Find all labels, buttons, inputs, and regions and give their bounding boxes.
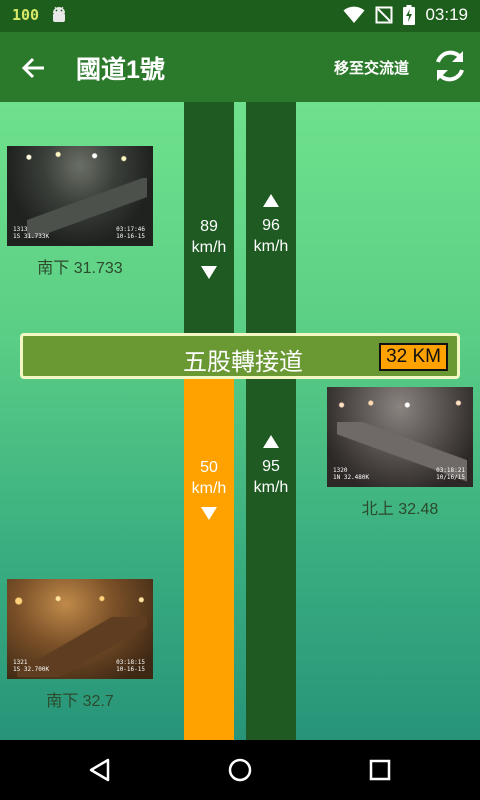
km-badge: 32 KM bbox=[379, 343, 448, 371]
speed-value: 96 bbox=[262, 217, 280, 234]
battery-level-text: 100 bbox=[12, 6, 40, 24]
camera-snapshot[interactable]: 1313 1S 31.733K 03:17:46 10-16-15 bbox=[7, 146, 153, 246]
camera-osd-right: 03:18:21 10/16/15 bbox=[436, 467, 465, 481]
camera-caption: 南下 31.733 bbox=[37, 260, 123, 277]
status-bar: 100 03:19 bbox=[0, 0, 480, 32]
highway-diagram: 89 km/h 96 km/h 50 km/h 95 km/h 五股轉接道 32… bbox=[0, 102, 480, 740]
camera-snapshot[interactable]: 1320 1N 32.480K 03:18:21 10/16/15 bbox=[327, 387, 473, 487]
clock: 03:19 bbox=[425, 5, 468, 24]
speed-unit: km/h bbox=[253, 238, 289, 255]
no-signal-icon bbox=[375, 6, 393, 24]
camera-card[interactable]: 1313 1S 31.733K 03:17:46 10-16-15 南下 31.73… bbox=[7, 146, 153, 278]
back-triangle-icon[interactable] bbox=[86, 756, 114, 784]
arrow-down-icon bbox=[201, 266, 217, 279]
camera-osd-left: 1321 1S 32.700K bbox=[13, 659, 50, 673]
arrow-up-icon bbox=[263, 194, 279, 207]
speed-unit: km/h bbox=[253, 479, 289, 496]
wifi-icon bbox=[343, 6, 365, 23]
camera-caption: 南下 32.7 bbox=[46, 693, 114, 710]
navigation-bar bbox=[0, 740, 480, 800]
camera-card[interactable]: 1321 1S 32.700K 03:18:15 10-16-15 南下 32.7 bbox=[7, 579, 153, 711]
camera-osd-left: 1320 1N 32.480K bbox=[333, 467, 370, 481]
battery-charging-icon bbox=[403, 5, 416, 25]
camera-caption: 北上 32.48 bbox=[361, 501, 439, 518]
lane-southbound-lower bbox=[184, 379, 234, 740]
camera-osd-right: 03:18:15 10-16-15 bbox=[116, 659, 145, 673]
arrow-left-icon[interactable] bbox=[18, 52, 50, 84]
camera-osd-right: 03:17:46 10-16-15 bbox=[116, 226, 145, 240]
lane-northbound-lower bbox=[246, 379, 296, 740]
arrow-down-icon bbox=[201, 507, 217, 520]
speed-northbound-upper: 96 km/h bbox=[235, 194, 307, 257]
speed-value: 95 bbox=[262, 458, 280, 475]
refresh-icon[interactable] bbox=[432, 48, 468, 84]
station-name: 五股轉接道 bbox=[183, 349, 303, 376]
camera-snapshot[interactable]: 1321 1S 32.700K 03:18:15 10-16-15 bbox=[7, 579, 153, 679]
page-title: 國道1號 bbox=[76, 56, 165, 84]
camera-osd-left: 1313 1S 31.733K bbox=[13, 226, 50, 240]
arrow-up-icon bbox=[263, 435, 279, 448]
home-circle-icon[interactable] bbox=[226, 756, 254, 784]
app-toolbar: 國道1號 移至交流道 bbox=[0, 32, 480, 102]
android-icon bbox=[53, 6, 66, 22]
camera-card[interactable]: 1320 1N 32.480K 03:18:21 10/16/15 北上 32.48 bbox=[327, 387, 473, 519]
station-banner[interactable]: 五股轉接道 32 KM bbox=[20, 333, 460, 379]
speed-northbound-lower: 95 km/h bbox=[235, 435, 307, 498]
recents-square-icon[interactable] bbox=[366, 756, 394, 784]
move-to-interchange-button[interactable]: 移至交流道 bbox=[334, 57, 409, 78]
